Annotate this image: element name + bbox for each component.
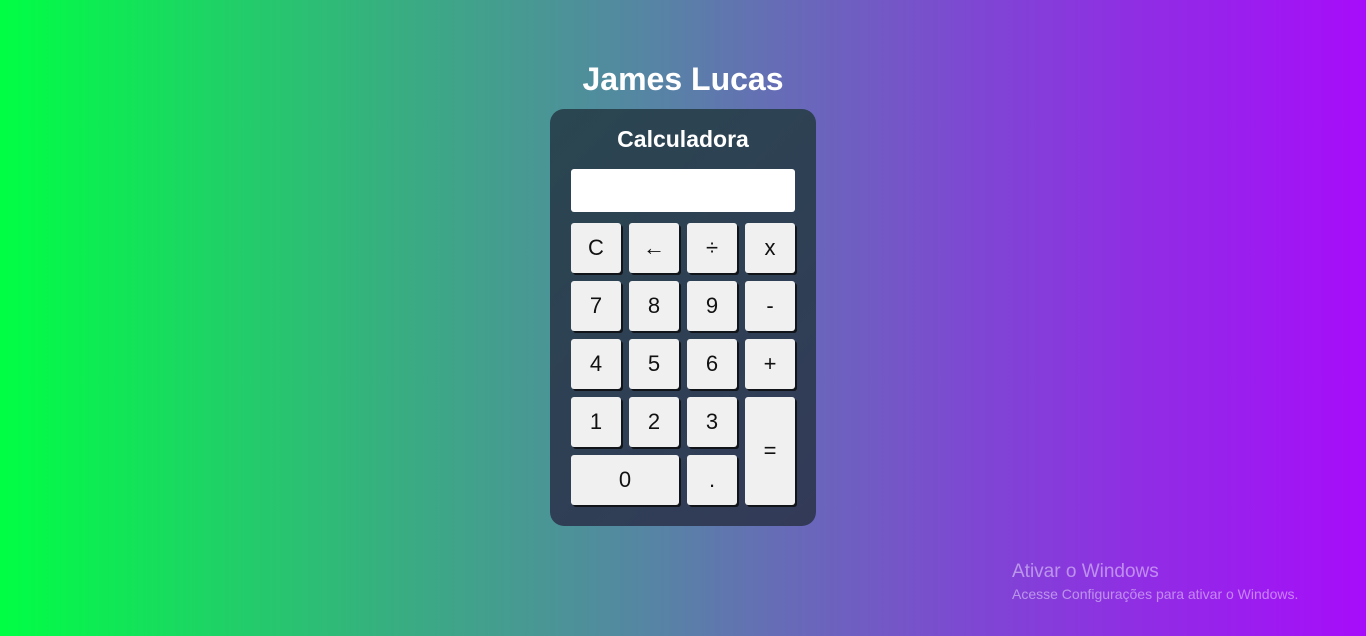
watermark-subtitle: Acesse Configurações para ativar o Windo… bbox=[1012, 586, 1299, 602]
windows-activation-watermark: Ativar o Windows Acesse Configurações pa… bbox=[1012, 561, 1298, 604]
plus-button[interactable]: + bbox=[745, 339, 795, 389]
calculator-panel: Calculadora C ← ÷ x 7 8 9 - 4 5 6 + 1 2 … bbox=[550, 109, 816, 526]
minus-button[interactable]: - bbox=[745, 281, 795, 331]
digit-7-button[interactable]: 7 bbox=[571, 281, 621, 331]
digit-5-button[interactable]: 5 bbox=[629, 339, 679, 389]
decimal-point-button[interactable]: . bbox=[687, 455, 737, 505]
digit-2-button[interactable]: 2 bbox=[629, 397, 679, 447]
digit-1-button[interactable]: 1 bbox=[571, 397, 621, 447]
digit-0-button[interactable]: 0 bbox=[571, 455, 679, 505]
digit-3-button[interactable]: 3 bbox=[687, 397, 737, 447]
digit-9-button[interactable]: 9 bbox=[687, 281, 737, 331]
equals-button[interactable]: = bbox=[745, 397, 795, 505]
watermark-title: Ativar o Windows bbox=[1012, 561, 1159, 582]
page-title: James Lucas bbox=[582, 61, 784, 97]
digit-4-button[interactable]: 4 bbox=[571, 339, 621, 389]
calculator-title: Calculadora bbox=[617, 126, 749, 152]
divide-button[interactable]: ÷ bbox=[687, 223, 737, 273]
keypad: C ← ÷ x 7 8 9 - 4 5 6 + 1 2 3 = 0 . bbox=[571, 223, 797, 507]
multiply-button[interactable]: x bbox=[745, 223, 795, 273]
calculator-display[interactable] bbox=[571, 169, 795, 212]
digit-8-button[interactable]: 8 bbox=[629, 281, 679, 331]
digit-6-button[interactable]: 6 bbox=[687, 339, 737, 389]
clear-button[interactable]: C bbox=[571, 223, 621, 273]
backspace-button[interactable]: ← bbox=[629, 223, 679, 273]
